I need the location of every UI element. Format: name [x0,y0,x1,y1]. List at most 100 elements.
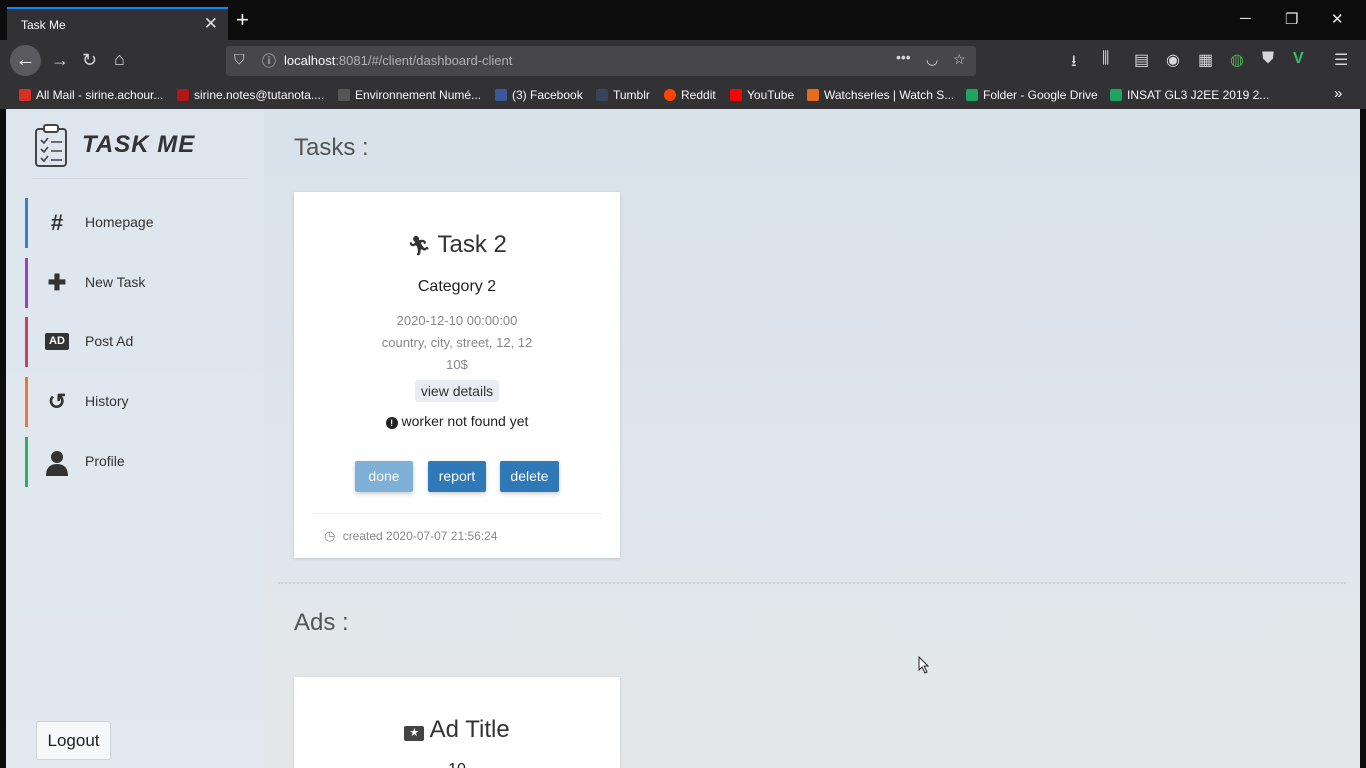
tab-title: Task Me [21,18,66,32]
task-created-text: created 2020-07-07 21:56:24 [342,529,498,543]
bookmark-item[interactable]: Reddit [664,88,716,102]
chrome-extension-icon[interactable]: ◍ [1230,50,1244,70]
environnement-icon [338,89,350,101]
library-icon[interactable]: ⫼ [1102,50,1109,68]
pocket-icon[interactable]: ◡ [926,51,938,68]
section-divider [278,582,1346,584]
minimize-button[interactable]: ─ [1240,10,1251,27]
hash-icon: # [50,210,64,235]
sidebar-divider [32,178,248,179]
sidebar-item-new-task[interactable]: ✚ New Task [25,258,245,308]
vpn-extension-icon[interactable]: V [1293,50,1304,68]
extension-icon[interactable]: ▦ [1198,50,1213,70]
sidebar-item-label: New Task [85,274,146,290]
sidebar-item-history[interactable]: ↺ History [25,377,245,427]
task-title-row: 🏃︎ Task 2 [294,231,620,259]
history-icon: ↺ [47,389,67,414]
bookmark-item[interactable]: Environnement Numé... [338,88,481,102]
ad-title-row: ★ Ad Title [294,716,620,744]
bookmark-item[interactable]: Tumblr [596,88,650,102]
page-actions-icon[interactable]: ••• [896,49,911,65]
sidebar-toggle-icon[interactable]: ▤ [1134,50,1149,70]
task-created: ◷ created 2020-07-07 21:56:24 [324,528,497,544]
task-price: 10$ [446,357,468,372]
ad-value: 10 [294,761,620,768]
delete-button[interactable]: delete [500,461,559,492]
reload-icon[interactable]: ↻ [82,50,97,71]
google-drive-icon [1110,89,1122,101]
tab-close-icon[interactable]: ✕ [204,14,218,34]
info-icon[interactable]: ⓘ [262,51,276,71]
bookmark-label: Reddit [681,88,716,102]
app-page: TASK ME # Homepage ✚ New Task AD Post Ad… [6,109,1360,768]
forward-arrow-icon[interactable]: → [51,50,69,71]
back-arrow-icon[interactable]: ← [10,45,41,76]
youtube-icon [730,89,742,101]
restore-button[interactable]: ❐ [1285,10,1298,28]
bookmark-item[interactable]: (3) Facebook [495,88,583,102]
close-window-button[interactable]: ✕ [1331,10,1344,28]
ad-icon: AD [45,333,69,350]
shield-icon[interactable]: ⛉ [234,51,245,68]
task-status-text: worker not found yet [401,413,529,429]
task-category: Category 2 [417,278,497,295]
ads-section-title: Ads : [294,609,349,636]
account-icon[interactable]: ◉ [1166,50,1180,70]
ublock-icon[interactable]: ⛊ [1262,50,1274,68]
task-card: 🏃︎ Task 2 Category 2 2020-12-10 00:00:00… [294,192,620,558]
google-drive-icon [966,89,978,101]
bookmark-label: Folder - Google Drive [983,88,1098,102]
bookmark-item[interactable]: All Mail - sirine.achour... [19,88,163,102]
sidebar-item-label: Profile [85,453,125,469]
ad-card: ★ Ad Title 10 [294,677,620,768]
home-icon[interactable]: ⌂ [114,49,125,70]
ticket-icon: ★ [404,726,425,741]
running-person-icon: 🏃︎ [407,236,432,257]
done-button[interactable]: done [355,461,413,492]
bookmark-item[interactable]: Folder - Google Drive [966,88,1098,102]
sidebar: TASK ME # Homepage ✚ New Task AD Post Ad… [6,109,264,768]
bookmark-label: YouTube [747,88,795,102]
ad-title: Ad Title [429,716,510,743]
new-tab-button[interactable]: + [236,7,249,33]
reddit-icon [664,89,676,101]
browser-tab[interactable]: Task Me ✕ [7,7,228,40]
browser-tab-bar: Task Me ✕ + ─ ❐ ✕ [0,0,1366,40]
sidebar-item-homepage[interactable]: # Homepage [25,198,245,248]
bookmark-label: All Mail - sirine.achour... [36,88,164,102]
view-details-button[interactable]: view details [414,380,500,402]
bookmark-item[interactable]: YouTube [730,88,794,102]
menu-icon[interactable]: ☰ [1334,50,1348,70]
sidebar-item-label: History [85,393,129,409]
report-button[interactable]: report [428,461,486,492]
logout-button[interactable]: Logout [36,721,111,760]
bookmark-item[interactable]: sirine.notes@tutanota.... [177,88,324,102]
bookmark-label: Tumblr [613,88,650,102]
bookmark-star-icon[interactable]: ☆ [953,51,966,68]
bookmark-label: Watchseries | Watch S... [824,88,955,102]
view-details-row: view details [294,380,620,402]
mouse-cursor-icon [918,656,930,674]
sidebar-item-profile[interactable]: Profile [25,437,245,487]
download-icon[interactable]: ⭳ [1071,50,1077,77]
facebook-icon [495,89,507,101]
bookmarks-bar: All Mail - sirine.achour... sirine.notes… [0,82,1366,109]
sidebar-item-label: Homepage [85,214,154,230]
bookmark-label: INSAT GL3 J2EE 2019 2... [1127,88,1270,102]
bookmark-item[interactable]: Watchseries | Watch S... [807,88,954,102]
url-text[interactable]: localhost:8081/#/client/dashboard-client [284,53,512,68]
tasks-section-title: Tasks : [294,134,369,161]
app-name: TASK ME [82,131,196,158]
tutanota-icon [177,89,189,101]
gmail-icon [19,89,31,101]
url-host: localhost [284,53,336,68]
task-date: 2020-12-10 00:00:00 [396,313,518,328]
bookmark-item[interactable]: INSAT GL3 J2EE 2019 2... [1110,88,1269,102]
clipboard-logo-icon [35,124,67,167]
url-bar[interactable]: ⛉ ⓘ localhost:8081/#/client/dashboard-cl… [226,46,976,76]
info-circle-icon: ! [385,417,398,429]
bookmark-label: (3) Facebook [512,88,583,102]
bookmarks-overflow-icon[interactable]: » [1334,85,1342,102]
sidebar-item-post-ad[interactable]: AD Post Ad [25,317,245,367]
tumblr-icon [596,89,608,101]
